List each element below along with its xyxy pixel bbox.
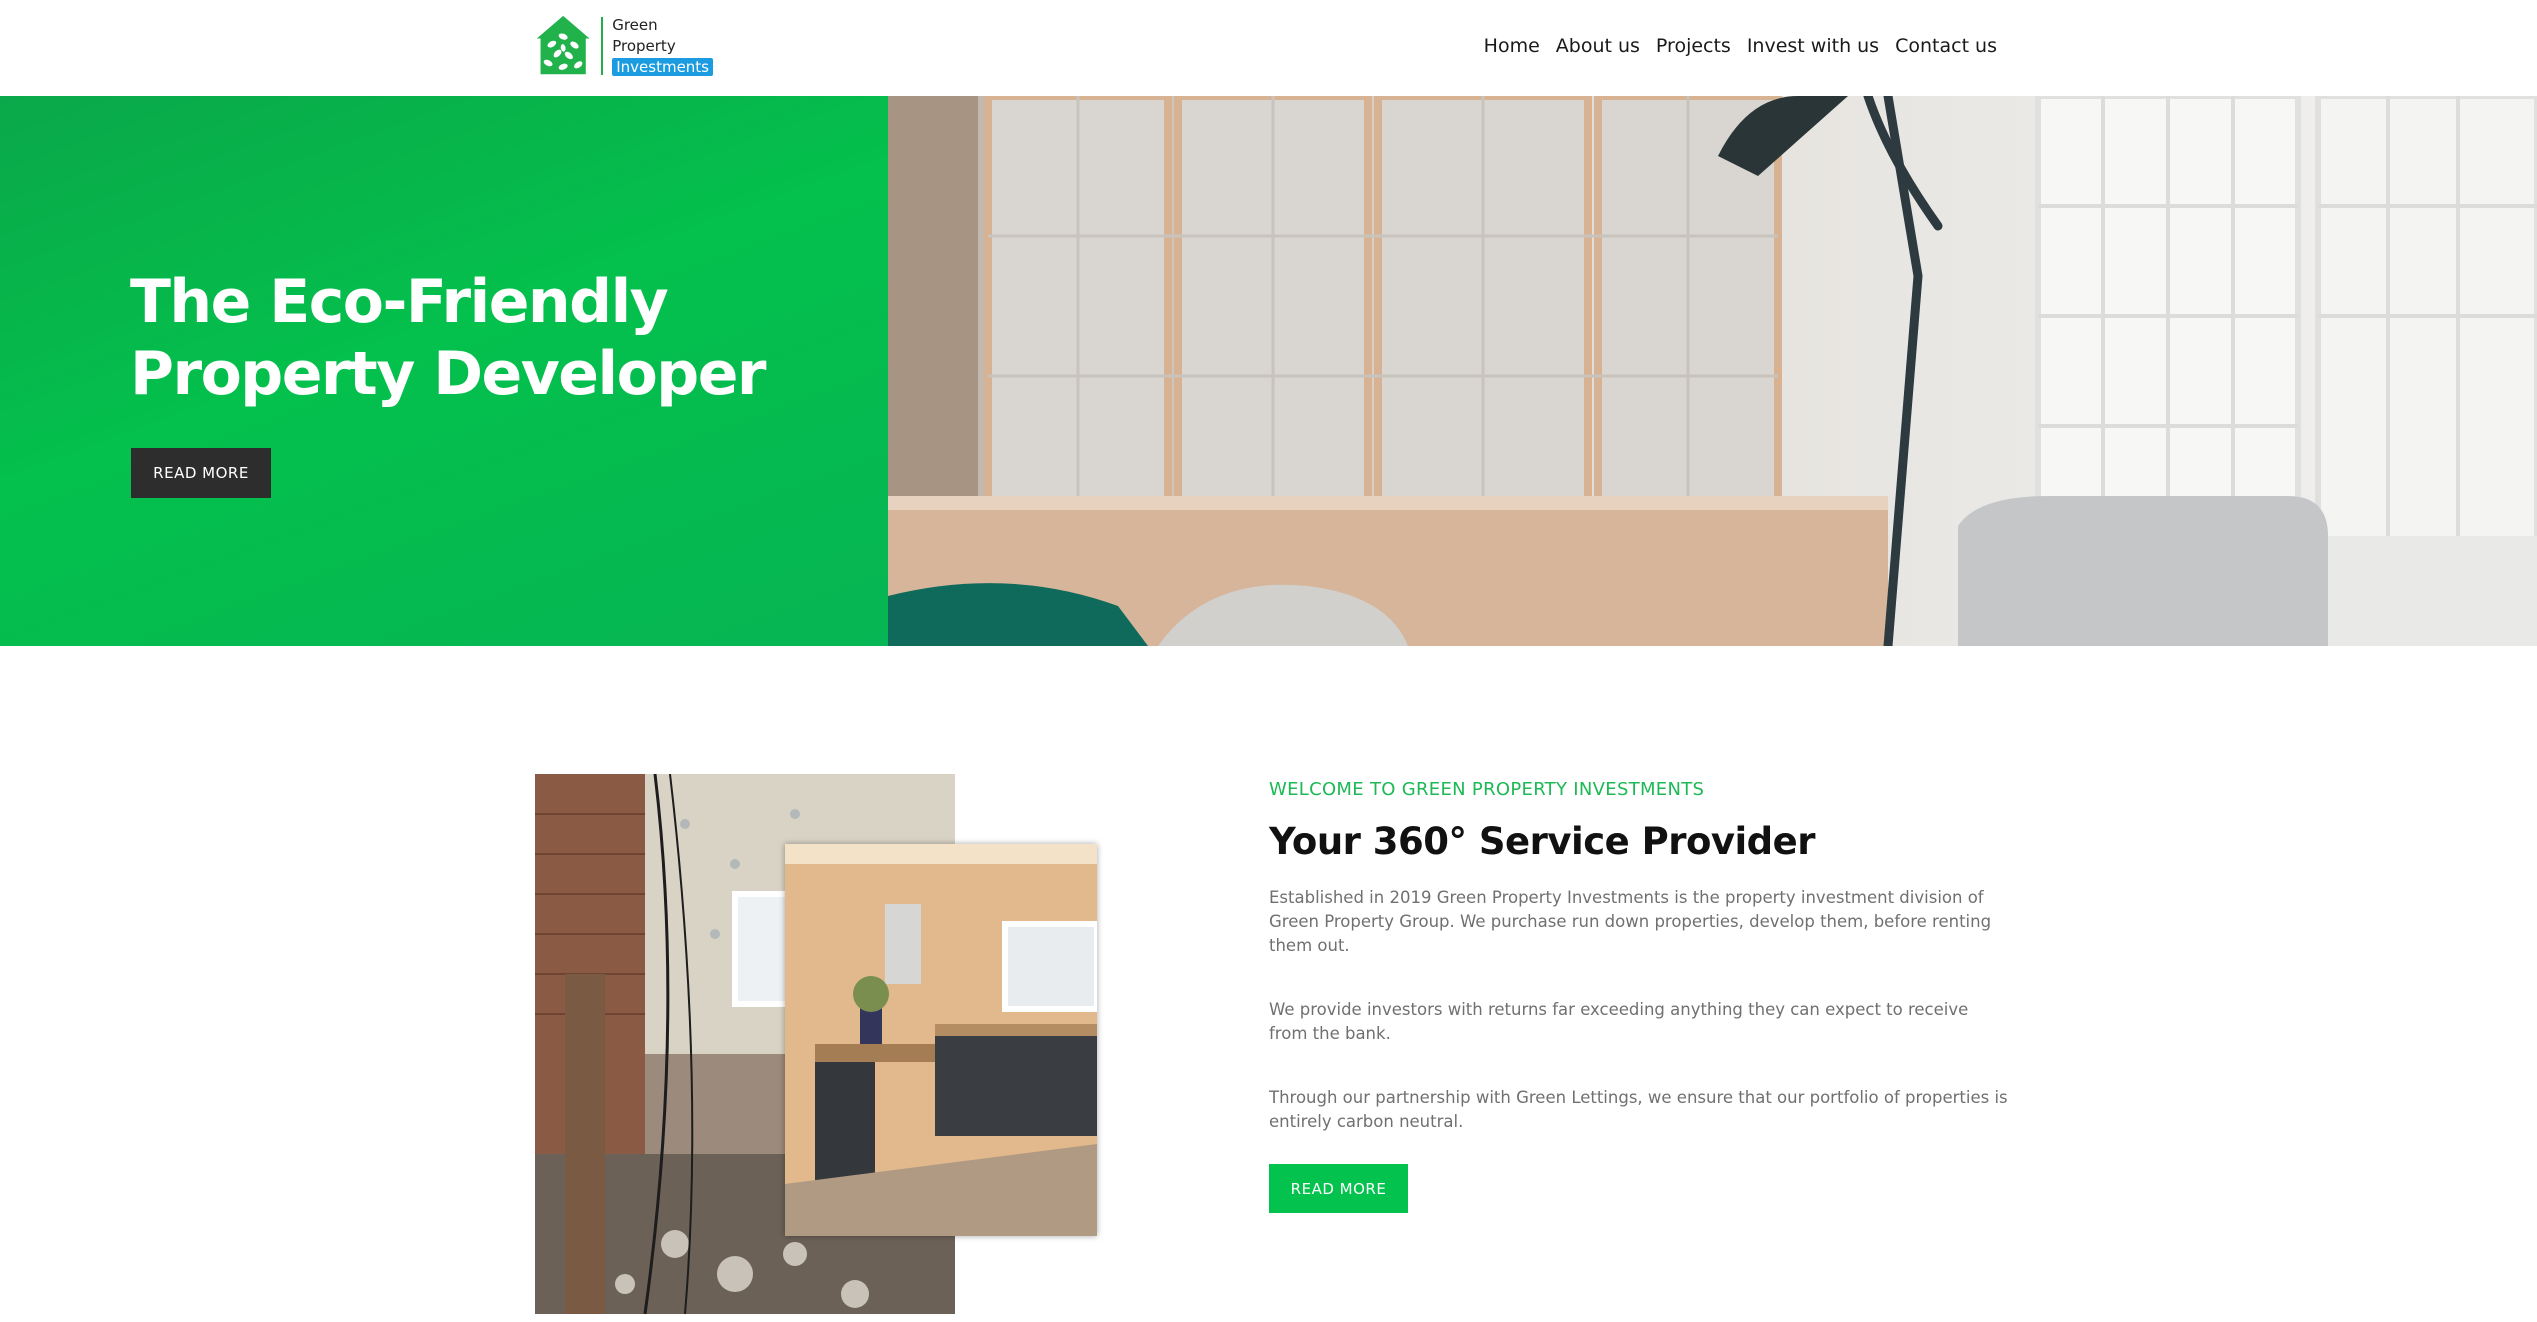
nav-home[interactable]: Home [1484,30,1540,62]
leaf-house-logo-icon [536,15,590,75]
logo-badge: Investments [612,57,713,76]
logo-line-2: Property [612,36,676,55]
about-heading: Your 360° Service Provider [1269,820,1816,863]
before-after-gallery [535,774,1097,1314]
hero-section: The Eco-Friendly Property Developer READ… [0,96,2537,646]
nav-projects[interactable]: Projects [1656,30,1731,62]
about-eyebrow: WELCOME TO GREEN PROPERTY INVESTMENTS [1269,779,1705,800]
logo-line-1: Green [612,15,658,34]
office-interior-illustration [888,96,2537,646]
hero-panel: The Eco-Friendly Property Developer READ… [0,96,888,646]
about-paragraph: Established in 2019 Green Property Inves… [1269,888,1992,955]
logo-wordmark: Green Property Investments [612,15,713,78]
nav-about-us[interactable]: About us [1556,30,1640,62]
logo-divider [601,17,604,75]
about-paragraph: We provide investors with returns far ex… [1269,1000,1969,1043]
hero-office-image [888,96,2537,646]
about-content: WELCOME TO GREEN PROPERTY INVESTMENTS Yo… [1269,774,2009,1213]
site-logo[interactable]: Green Property Investments [533,12,713,80]
site-header: Green Property Investments Home About us… [0,0,2537,96]
about-read-more-button[interactable]: READ MORE [1269,1164,1408,1213]
hero-title: The Eco-Friendly Property Developer [130,267,767,409]
nav-invest-with-us[interactable]: Invest with us [1747,30,1879,62]
main-nav: Home About us Projects Invest with us Co… [1484,30,1997,62]
after-renovation-image [785,844,1097,1236]
about-paragraph: Through our partnership with Green Letti… [1269,1088,2008,1131]
hero-read-more-button[interactable]: READ MORE [131,448,271,498]
nav-contact-us[interactable]: Contact us [1895,30,1997,62]
renovated-kitchen-illustration [785,844,1097,1236]
